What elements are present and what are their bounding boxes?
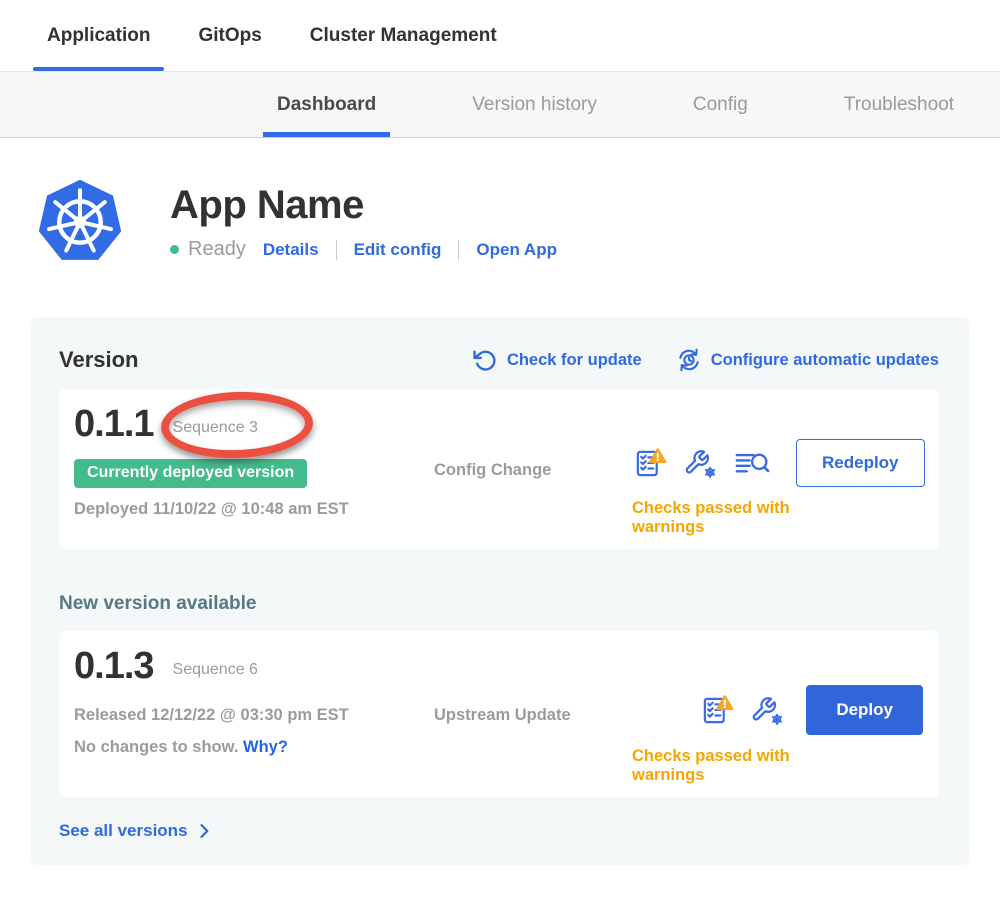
status-dot-icon [170, 245, 179, 254]
available-version-card: 0.1.3 Sequence 6 Released 12/12/22 @ 03:… [59, 631, 939, 797]
version-source-label: Config Change [434, 461, 551, 480]
divider [336, 240, 337, 260]
tab-version-history[interactable]: Version history [458, 72, 611, 137]
page-title: App Name [170, 183, 557, 228]
redeploy-button[interactable]: Redeploy [796, 439, 925, 487]
auto-update-clock-icon [676, 347, 702, 373]
tab-gitops[interactable]: GitOps [184, 0, 275, 71]
tab-dashboard[interactable]: Dashboard [263, 72, 390, 137]
new-version-heading: New version available [59, 593, 939, 615]
configure-automatic-updates-button[interactable]: Configure automatic updates [676, 347, 939, 373]
config-wrench-icon[interactable] [683, 449, 717, 478]
active-subtab-underline [263, 132, 390, 137]
kubernetes-logo-icon [36, 178, 124, 266]
preflight-checks-icon[interactable] [699, 695, 734, 726]
no-changes-text: No changes to show. [74, 738, 238, 756]
divider [458, 240, 459, 260]
status-badge: Ready [188, 238, 246, 261]
configure-automatic-updates-label: Configure automatic updates [711, 351, 939, 370]
see-all-versions-link[interactable]: See all versions [59, 821, 939, 841]
available-version-number: 0.1.3 [74, 645, 154, 688]
checks-status-text: Checks passed with warnings [632, 747, 853, 785]
deploy-button[interactable]: Deploy [806, 685, 923, 735]
tab-dashboard-label: Dashboard [277, 94, 376, 116]
version-heading: Version [59, 347, 138, 373]
checks-status-text: Checks passed with warnings [632, 499, 795, 537]
tab-troubleshoot-label: Troubleshoot [844, 94, 954, 116]
view-files-icon[interactable] [733, 450, 772, 477]
see-all-versions-label: See all versions [59, 821, 188, 841]
tab-application-label: Application [47, 25, 150, 47]
app-sub-nav: Dashboard Version history Config Trouble… [0, 72, 1000, 138]
tab-version-history-label: Version history [472, 94, 597, 116]
tab-cluster-management[interactable]: Cluster Management [296, 0, 511, 71]
edit-config-link[interactable]: Edit config [354, 240, 442, 260]
chevron-right-icon [194, 821, 214, 841]
current-version-card: 0.1.1 Sequence 3 Currently deployed vers… [59, 389, 939, 549]
tab-gitops-label: GitOps [198, 25, 261, 47]
app-nav: Application GitOps Cluster Management [0, 0, 1000, 72]
tab-cluster-management-label: Cluster Management [310, 25, 497, 47]
available-sequence-label: Sequence 6 [173, 661, 258, 679]
tab-config-label: Config [693, 94, 748, 116]
tab-application[interactable]: Application [33, 0, 164, 71]
current-sequence-label: Sequence 3 [173, 419, 258, 437]
currently-deployed-badge: Currently deployed version [74, 459, 307, 488]
deployed-timestamp: Deployed 11/10/22 @ 10:48 am EST [74, 500, 434, 519]
check-for-update-label: Check for update [507, 351, 642, 370]
details-link[interactable]: Details [263, 240, 319, 260]
preflight-checks-icon[interactable] [632, 448, 667, 479]
version-source-label: Upstream Update [434, 706, 571, 725]
version-section: Version Check for update Configure [31, 317, 969, 865]
why-link[interactable]: Why? [243, 738, 288, 756]
tab-troubleshoot[interactable]: Troubleshoot [830, 72, 968, 137]
check-for-update-button[interactable]: Check for update [473, 348, 642, 373]
app-header: App Name Ready Details Edit config Open … [0, 138, 1000, 266]
tab-config[interactable]: Config [679, 72, 762, 137]
released-timestamp: Released 12/12/22 @ 03:30 pm EST [74, 706, 434, 725]
active-tab-underline [33, 67, 164, 71]
refresh-icon [473, 348, 498, 373]
current-version-number: 0.1.1 [74, 403, 154, 446]
config-wrench-icon[interactable] [750, 696, 784, 725]
open-app-link[interactable]: Open App [476, 240, 557, 260]
